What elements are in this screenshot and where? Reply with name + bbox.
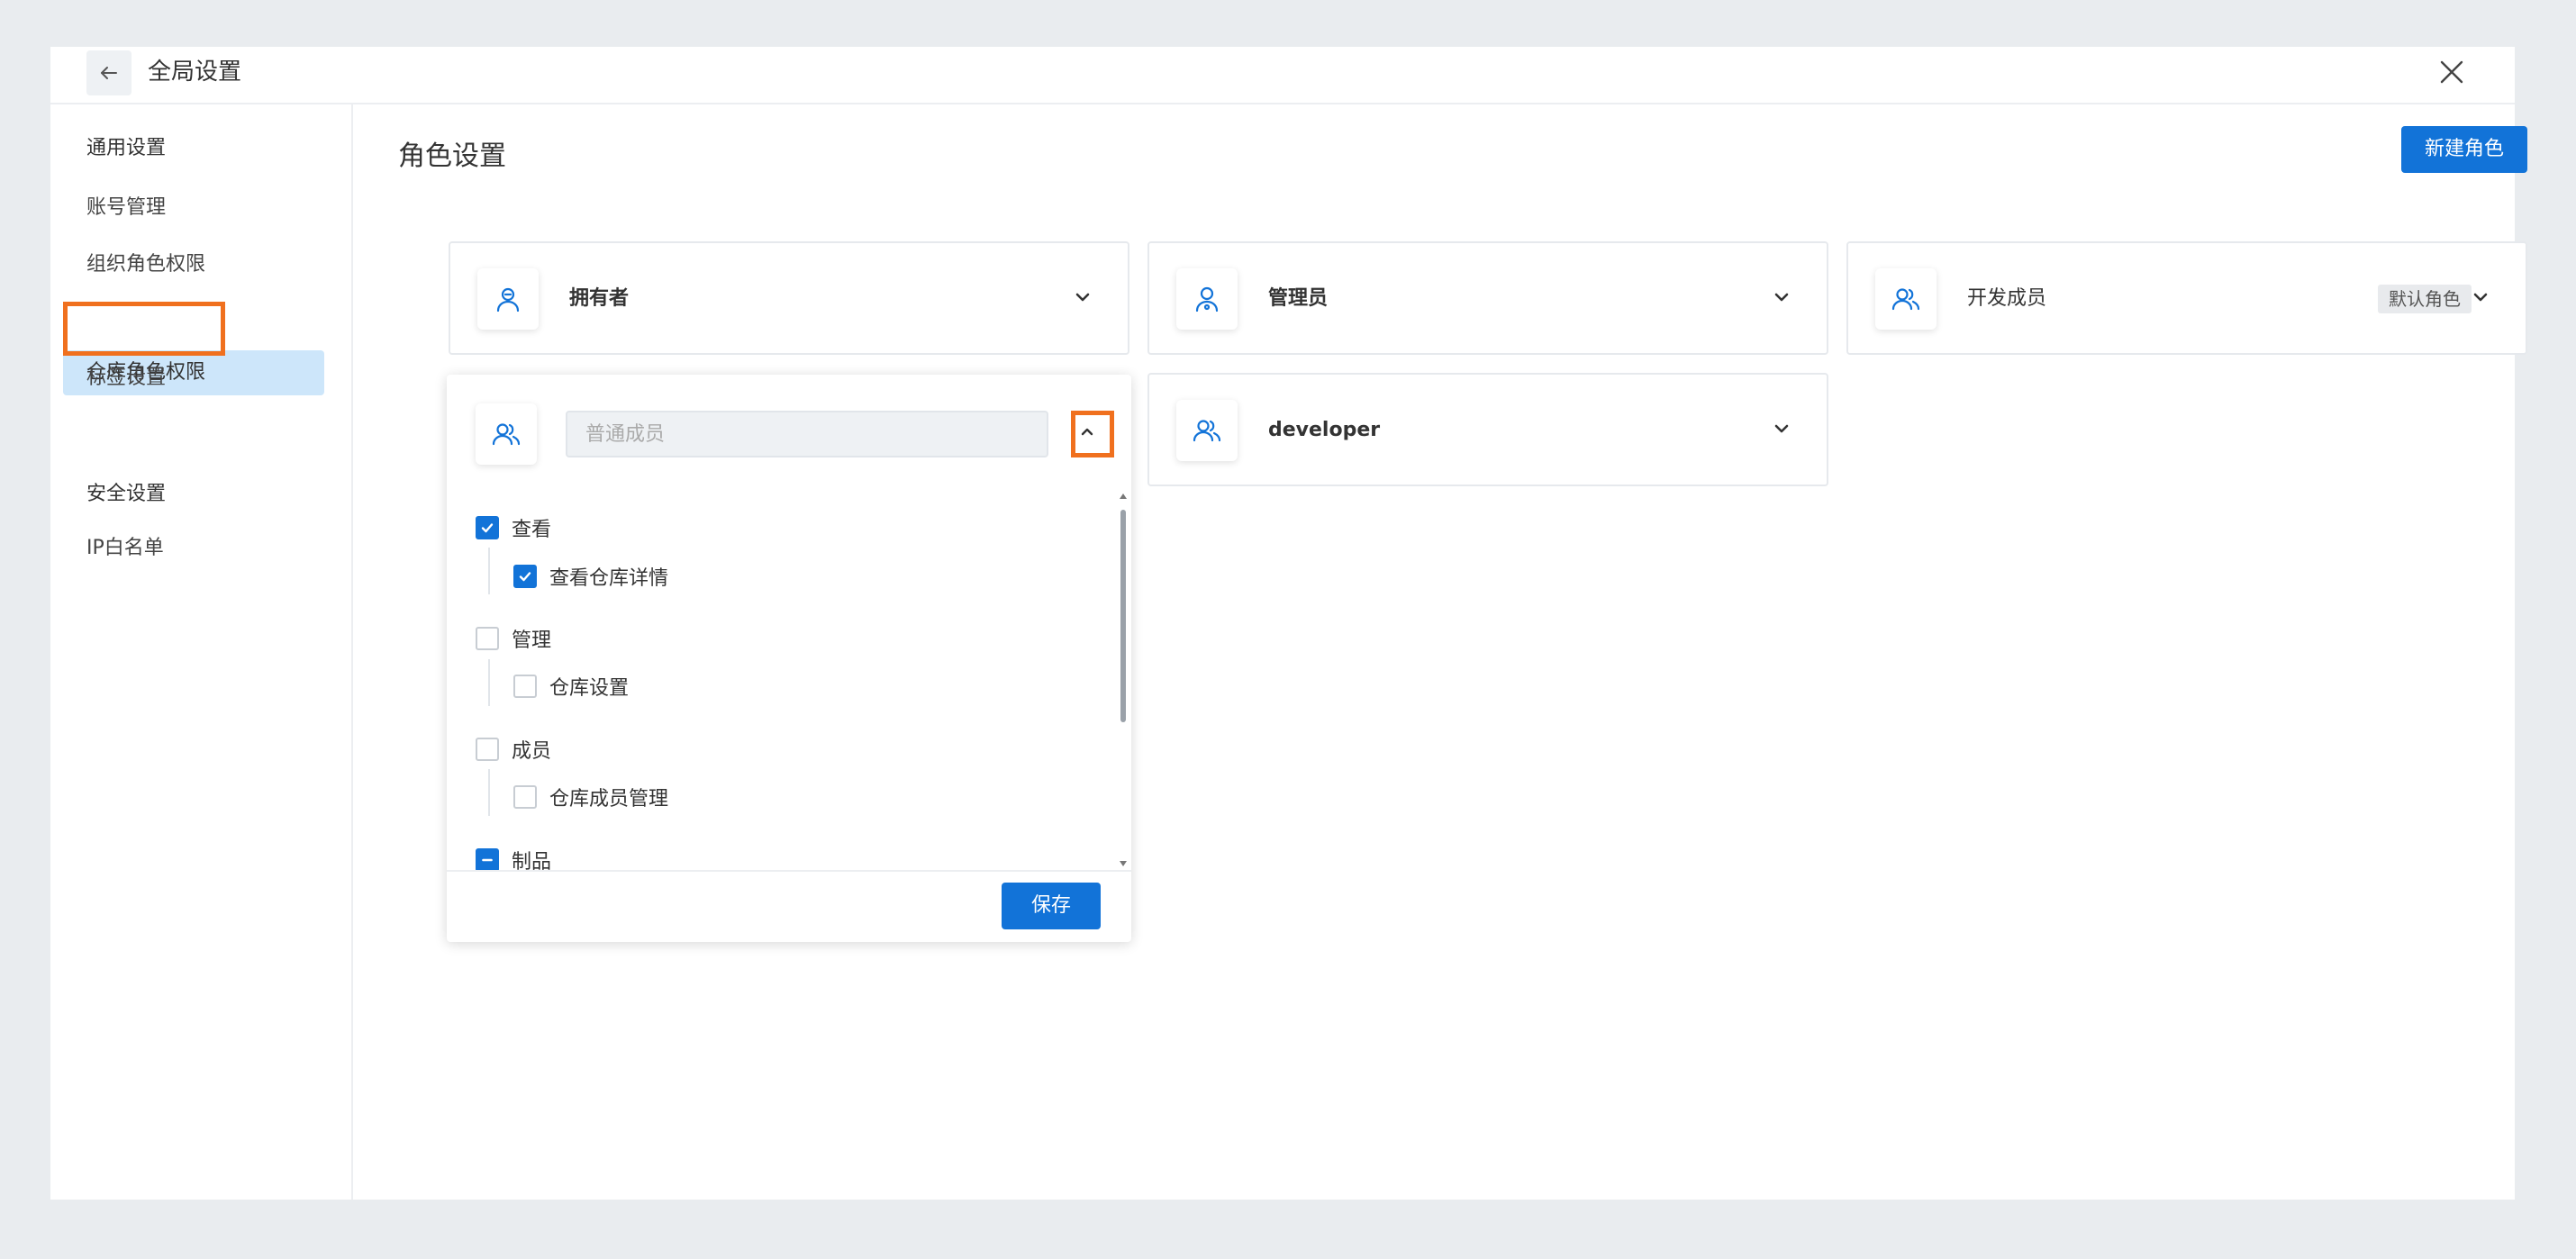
permission-list-scrollbar[interactable] xyxy=(1119,492,1128,870)
checkbox-unchecked[interactable] xyxy=(513,675,537,698)
checkbox-unchecked[interactable] xyxy=(476,738,499,761)
scroll-up-arrow-icon[interactable] xyxy=(1120,494,1127,499)
topbar: 全局设置 xyxy=(50,47,2515,104)
main-content: 角色设置 新建角色 拥有者 管理员 开发成员 默认角色 developer 普通… xyxy=(353,104,2527,1200)
permission-group-view[interactable]: 查看 xyxy=(476,513,551,542)
window-title: 全局设置 xyxy=(148,59,242,86)
tree-connector xyxy=(488,769,490,816)
role-name: 拥有者 xyxy=(569,287,630,310)
role-icon xyxy=(476,403,537,465)
collapse-button[interactable] xyxy=(1071,415,1103,448)
check-icon xyxy=(481,523,494,533)
chevron-down-icon[interactable] xyxy=(2468,285,2493,310)
role-card-developer[interactable]: developer xyxy=(1147,373,1828,486)
permission-group-artifacts[interactable]: 制品 xyxy=(476,846,551,870)
sidebar-group-security: 安全设置 xyxy=(86,483,167,505)
back-button[interactable] xyxy=(86,50,132,95)
role-icon xyxy=(1176,400,1238,461)
role-name: 开发成员 xyxy=(1967,287,2047,310)
permission-label: 管理 xyxy=(512,630,552,652)
sidebar-group-general: 通用设置 xyxy=(86,137,167,159)
scrollbar-thumb[interactable] xyxy=(1120,510,1126,722)
role-name: developer xyxy=(1268,419,1381,441)
save-button[interactable]: 保存 xyxy=(1002,883,1101,929)
permission-label: 仓库设置 xyxy=(549,677,630,700)
role-name: 管理员 xyxy=(1268,287,1329,310)
role-card-developer-member[interactable]: 开发成员 默认角色 xyxy=(1846,241,2527,355)
role-card-admin[interactable]: 管理员 xyxy=(1147,241,1828,355)
users-icon xyxy=(1891,288,1920,311)
close-button[interactable] xyxy=(2432,52,2472,92)
chevron-up-icon xyxy=(1081,428,1093,436)
permission-list: 查看 查看仓库详情 管理 仓库设置 成员 仓库成员管理 制品 xyxy=(447,492,1131,870)
checkbox-indeterminate[interactable] xyxy=(476,848,499,870)
default-role-badge: 默认角色 xyxy=(2378,285,2472,313)
checkbox-checked[interactable] xyxy=(476,516,499,539)
chevron-down-icon[interactable] xyxy=(1769,416,1794,441)
users-icon xyxy=(492,423,521,446)
permission-group-manage[interactable]: 管理 xyxy=(476,624,551,653)
role-editor-footer: 保存 xyxy=(447,870,1131,942)
global-settings-window: 全局设置 通用设置 账号管理 组织角色权限 仓库角色权限 标签设置 安全设置 I… xyxy=(50,47,2527,1200)
role-icon xyxy=(477,268,539,330)
role-name-input[interactable] xyxy=(566,411,1048,457)
permission-group-members[interactable]: 成员 xyxy=(476,735,551,764)
user-admin-icon xyxy=(1195,286,1219,312)
permission-item-repo-settings[interactable]: 仓库设置 xyxy=(513,672,629,701)
chevron-down-icon[interactable] xyxy=(1070,285,1095,310)
permission-label: 查看 xyxy=(512,519,552,541)
sidebar-item-org-role-permissions[interactable]: 组织角色权限 xyxy=(63,242,324,287)
checkbox-unchecked[interactable] xyxy=(513,785,537,809)
role-editor-card: 查看 查看仓库详情 管理 xyxy=(447,375,1131,942)
check-icon xyxy=(519,572,531,582)
new-role-button[interactable]: 新建角色 xyxy=(2401,126,2527,173)
users-icon xyxy=(1193,420,1221,442)
user-crown-icon xyxy=(496,287,520,312)
settings-sidebar: 通用设置 账号管理 组织角色权限 仓库角色权限 标签设置 安全设置 IP白名单 xyxy=(50,104,353,1200)
permission-label: 成员 xyxy=(512,740,552,763)
minus-icon xyxy=(482,858,493,862)
checkbox-unchecked[interactable] xyxy=(476,627,499,650)
sidebar-item-account[interactable]: 账号管理 xyxy=(63,186,324,231)
sidebar-item-tags[interactable]: 标签设置 xyxy=(63,356,324,401)
sidebar-item-ip-whitelist[interactable]: IP白名单 xyxy=(63,526,324,571)
role-icon xyxy=(1875,268,1937,330)
permission-item-view-repo-details[interactable]: 查看仓库详情 xyxy=(513,562,668,591)
permission-label: 制品 xyxy=(512,851,552,870)
role-card-owner[interactable]: 拥有者 xyxy=(449,241,1129,355)
role-icon xyxy=(1176,268,1238,330)
chevron-down-icon[interactable] xyxy=(1769,285,1794,310)
permission-label: 仓库成员管理 xyxy=(549,788,669,811)
tree-connector xyxy=(488,659,490,706)
tree-connector xyxy=(488,548,490,594)
arrow-left-icon xyxy=(101,67,117,79)
checkbox-checked[interactable] xyxy=(513,565,537,588)
close-icon xyxy=(2440,60,2463,84)
permission-item-repo-member-management[interactable]: 仓库成员管理 xyxy=(513,783,668,811)
permission-label: 查看仓库详情 xyxy=(549,567,669,590)
scroll-down-arrow-icon[interactable] xyxy=(1120,861,1127,866)
page-title: 角色设置 xyxy=(398,140,506,172)
